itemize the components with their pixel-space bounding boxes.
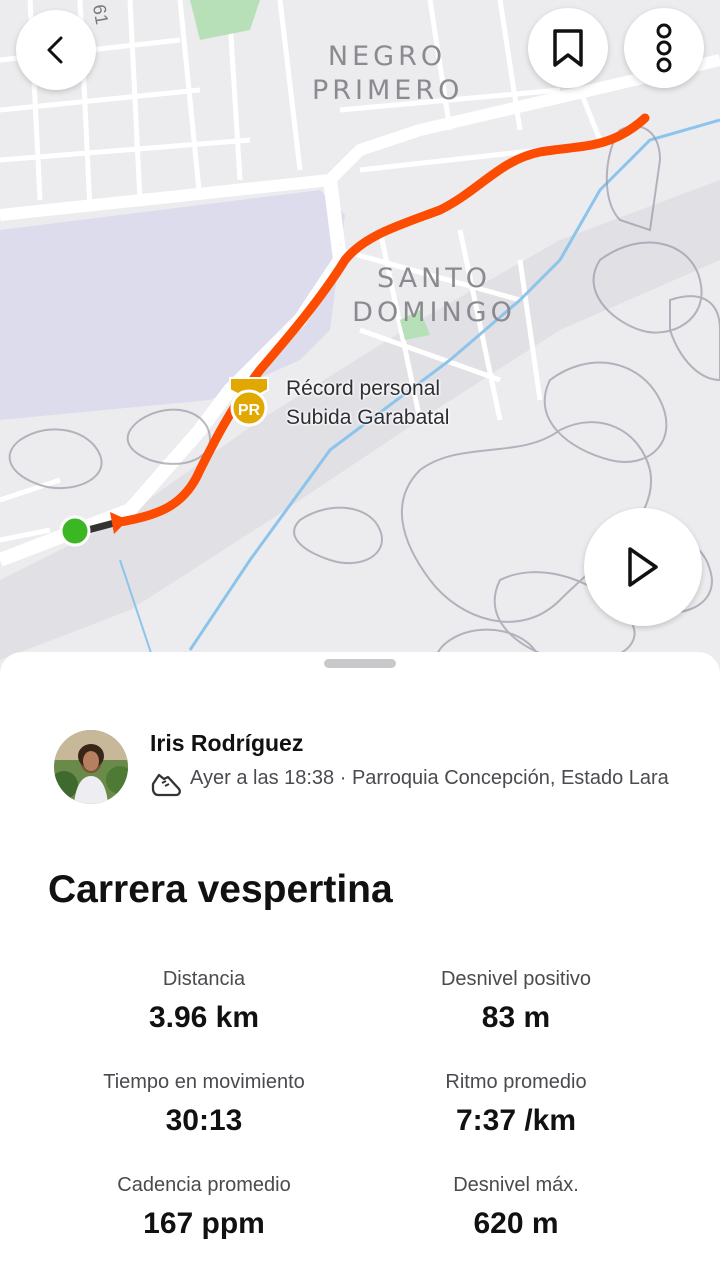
stat-value: 7:37 /km	[455, 1104, 577, 1137]
svg-text:PR: PR	[238, 402, 261, 419]
activity-details-sheet[interactable]: Iris Rodríguez Ayer a las 18:38 · Parroq…	[0, 652, 720, 1287]
athlete-name[interactable]: Iris Rodríguez	[150, 730, 303, 757]
chevron-left-icon	[47, 36, 63, 64]
stat-label: Ritmo promedio	[445, 1071, 587, 1093]
route-map[interactable]: 61 NEGRO PRIMERO SANTO DOMINGO PR Récord…	[0, 0, 720, 680]
activity-title: Carrera vespertina	[48, 868, 393, 911]
stat-average-pace: Ritmo promedio 7:37 /km	[356, 1069, 676, 1139]
stat-value: 620 m	[473, 1207, 559, 1240]
stat-label: Desnivel positivo	[440, 968, 592, 990]
stat-distance: Distancia 3.96 km	[44, 966, 364, 1036]
stat-value: 167 ppm	[143, 1207, 265, 1240]
athlete-avatar[interactable]	[54, 730, 128, 804]
stat-max-elevation: Desnivel máx. 620 m	[356, 1172, 676, 1242]
stat-label: Cadencia promedio	[117, 1174, 291, 1196]
bookmark-icon	[553, 29, 583, 67]
stat-label: Tiempo en movimiento	[103, 1071, 305, 1093]
stat-average-cadence: Cadencia promedio 167 ppm	[44, 1172, 364, 1242]
stat-value: 30:13	[165, 1104, 243, 1137]
stat-label: Desnivel máx.	[453, 1174, 579, 1196]
more-options-button[interactable]	[624, 8, 704, 88]
stat-moving-time: Tiempo en movimiento 30:13	[44, 1069, 364, 1139]
activity-meta: Ayer a las 18:38 · Parroquia Concepción,…	[190, 767, 669, 789]
running-shoe-icon	[151, 773, 181, 797]
stat-label: Distancia	[162, 968, 246, 990]
stat-value: 3.96 km	[148, 1001, 260, 1034]
back-button[interactable]	[16, 10, 96, 90]
play-flyover-button[interactable]	[584, 508, 702, 626]
start-point-marker	[59, 515, 91, 547]
play-icon	[628, 547, 658, 587]
bookmark-button[interactable]	[528, 8, 608, 88]
stat-value: 83 m	[481, 1001, 551, 1034]
personal-record-badge-icon[interactable]: PR	[226, 374, 272, 430]
personal-record-label[interactable]: Récord personal Subida Garabatal	[286, 374, 449, 432]
stat-elevation-gain: Desnivel positivo 83 m	[356, 966, 676, 1036]
sheet-drag-handle[interactable]	[324, 659, 396, 668]
vertical-dots-icon	[656, 23, 672, 73]
